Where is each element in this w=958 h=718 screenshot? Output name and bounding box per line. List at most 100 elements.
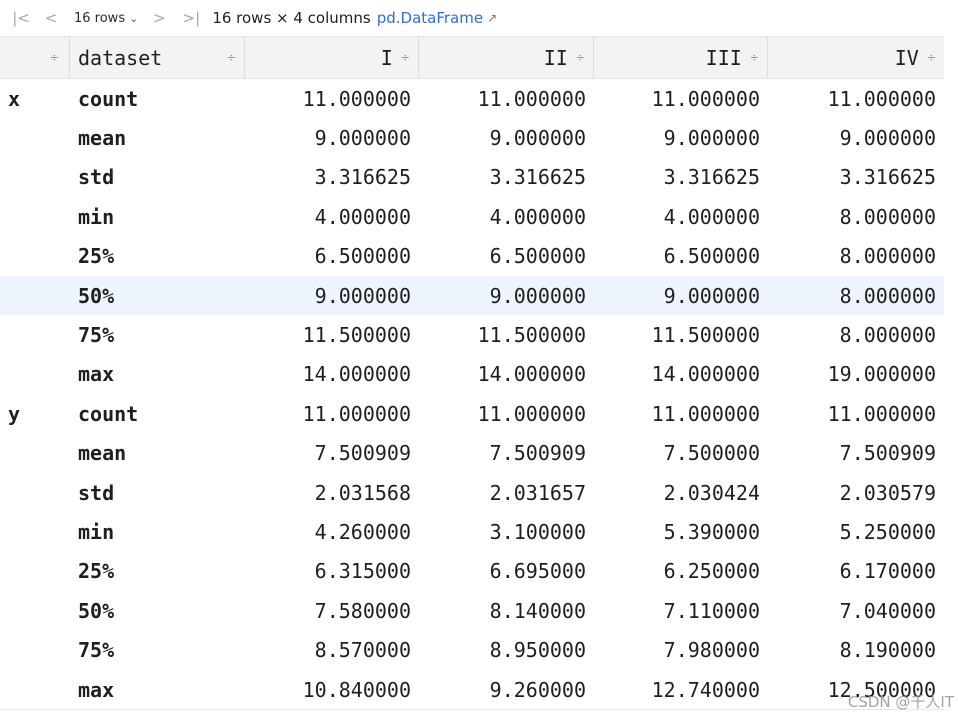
table-cell[interactable]: 7.980000 — [594, 630, 768, 669]
table-cell[interactable]: 9.000000 — [594, 276, 768, 315]
table-cell[interactable]: 6.500000 — [245, 237, 419, 276]
external-link-icon[interactable]: ↗ — [487, 11, 497, 25]
header-label: III — [705, 45, 742, 70]
table-cell[interactable]: 6.250000 — [594, 552, 768, 591]
table-cell[interactable]: 3.100000 — [419, 512, 594, 551]
table-row[interactable]: mean 9.000000 9.000000 9.000000 9.000000 — [0, 118, 944, 157]
table-cell[interactable]: 9.000000 — [419, 118, 594, 157]
table-cell[interactable]: 19.000000 — [768, 355, 944, 394]
table-row[interactable]: 50% 9.000000 9.000000 9.000000 8.000000 — [0, 275, 944, 316]
table-cell[interactable]: 10.840000 — [245, 670, 419, 709]
table-row[interactable]: mean 7.500909 7.500909 7.500000 7.500909 — [0, 434, 944, 473]
table-cell[interactable]: 6.500000 — [419, 237, 594, 276]
table-cell[interactable]: 9.000000 — [245, 276, 419, 315]
table-row[interactable]: min 4.260000 3.100000 5.390000 5.250000 — [0, 512, 944, 551]
table-cell[interactable]: 11.000000 — [419, 394, 594, 433]
table-cell[interactable]: 2.031657 — [419, 473, 594, 512]
sort-icon[interactable]: ÷ — [50, 51, 59, 64]
table-cell[interactable]: 2.031568 — [245, 473, 419, 512]
sort-icon[interactable]: ÷ — [401, 51, 410, 64]
header-col-II[interactable]: II ÷ — [419, 37, 594, 78]
table-row[interactable]: std 3.316625 3.316625 3.316625 3.316625 — [0, 158, 944, 197]
table-cell[interactable]: 2.030424 — [594, 473, 768, 512]
sort-icon[interactable]: ÷ — [927, 51, 936, 64]
table-row[interactable]: 75% 11.500000 11.500000 11.500000 8.000000 — [0, 315, 944, 354]
table-cell[interactable]: 11.000000 — [594, 394, 768, 433]
header-col-IV[interactable]: IV ÷ — [768, 37, 944, 78]
table-row[interactable]: x count 11.000000 11.000000 11.000000 11.0000… — [0, 79, 944, 118]
table-row[interactable]: 25% 6.315000 6.695000 6.250000 6.170000 — [0, 552, 944, 591]
table-cell[interactable]: 3.316625 — [768, 158, 944, 197]
table-cell[interactable]: 12.740000 — [594, 670, 768, 709]
table-row[interactable]: max 14.000000 14.000000 14.000000 19.000000 — [0, 355, 944, 394]
table-cell[interactable]: 3.316625 — [245, 158, 419, 197]
sort-icon[interactable]: ÷ — [227, 51, 236, 64]
table-row[interactable]: y count 11.000000 11.000000 11.000000 11.0000… — [0, 394, 944, 433]
table-cell[interactable]: 5.250000 — [768, 512, 944, 551]
table-row[interactable]: max 10.840000 9.260000 12.740000 12.500000 — [0, 670, 944, 709]
table-cell[interactable]: 7.500909 — [245, 434, 419, 473]
table-cell[interactable]: 11.500000 — [419, 315, 594, 354]
table-cell[interactable]: 8.140000 — [419, 591, 594, 630]
table-cell[interactable]: 9.260000 — [419, 670, 594, 709]
table-cell[interactable]: 3.316625 — [419, 158, 594, 197]
table-cell[interactable]: 4.000000 — [594, 197, 768, 236]
dataframe-type-link[interactable]: pd.DataFrame — [377, 9, 483, 27]
table-cell[interactable]: 6.170000 — [768, 552, 944, 591]
table-cell[interactable]: 14.000000 — [245, 355, 419, 394]
sort-icon[interactable]: ÷ — [750, 51, 759, 64]
table-cell[interactable]: 11.500000 — [594, 315, 768, 354]
table-cell[interactable]: 3.316625 — [594, 158, 768, 197]
table-cell[interactable]: 8.000000 — [768, 237, 944, 276]
sort-icon[interactable]: ÷ — [576, 51, 585, 64]
table-cell[interactable]: 11.000000 — [768, 79, 944, 118]
table-row[interactable]: 25% 6.500000 6.500000 6.500000 8.000000 — [0, 237, 944, 276]
header-dataset[interactable]: dataset ÷ — [70, 37, 245, 78]
table-cell[interactable]: 9.000000 — [245, 118, 419, 157]
table-cell[interactable]: 11.000000 — [594, 79, 768, 118]
table-cell[interactable]: 8.570000 — [245, 630, 419, 669]
table-cell[interactable]: 14.000000 — [419, 355, 594, 394]
header-col-I[interactable]: I ÷ — [245, 37, 419, 78]
rows-per-page-select[interactable]: 16 rows ⌄ — [74, 11, 138, 26]
table-cell[interactable]: 4.260000 — [245, 512, 419, 551]
table-cell[interactable]: 4.000000 — [245, 197, 419, 236]
last-page-icon[interactable]: >| — [178, 6, 204, 30]
table-cell[interactable]: 8.000000 — [768, 315, 944, 354]
table-cell[interactable]: 2.030579 — [768, 473, 944, 512]
table-cell[interactable]: 7.500000 — [594, 434, 768, 473]
table-row[interactable]: std 2.031568 2.031657 2.030424 2.030579 — [0, 473, 944, 512]
table-cell[interactable]: 11.500000 — [245, 315, 419, 354]
table-cell[interactable]: 7.110000 — [594, 591, 768, 630]
table-cell[interactable]: 11.000000 — [768, 394, 944, 433]
table-cell[interactable]: 8.950000 — [419, 630, 594, 669]
table-row[interactable]: 75% 8.570000 8.950000 7.980000 8.190000 — [0, 630, 944, 669]
table-cell[interactable]: 9.000000 — [768, 118, 944, 157]
table-cell[interactable]: 11.000000 — [245, 394, 419, 433]
table-cell[interactable]: 6.500000 — [594, 237, 768, 276]
table-cell[interactable]: 6.315000 — [245, 552, 419, 591]
table-row[interactable]: 50% 7.580000 8.140000 7.110000 7.040000 — [0, 591, 944, 630]
table-cell[interactable]: 7.580000 — [245, 591, 419, 630]
table-cell[interactable]: 6.695000 — [419, 552, 594, 591]
table-cell[interactable]: 11.000000 — [419, 79, 594, 118]
table-cell[interactable]: 11.000000 — [245, 79, 419, 118]
prev-page-icon[interactable]: < — [40, 6, 62, 30]
header-col-III[interactable]: III ÷ — [594, 37, 768, 78]
table-cell[interactable]: 8.000000 — [768, 276, 944, 315]
table-cell[interactable]: 7.500909 — [419, 434, 594, 473]
table-row[interactable]: min 4.000000 4.000000 4.000000 8.000000 — [0, 197, 944, 236]
table-cell[interactable]: 9.000000 — [594, 118, 768, 157]
table-cell[interactable]: 8.190000 — [768, 630, 944, 669]
next-page-icon[interactable]: > — [148, 6, 170, 30]
table-cell[interactable]: 5.390000 — [594, 512, 768, 551]
table-cell[interactable]: 8.000000 — [768, 197, 944, 236]
table-cell[interactable]: 9.000000 — [419, 276, 594, 315]
first-page-icon[interactable]: |< — [10, 6, 32, 30]
row-index-level0: x — [8, 86, 21, 111]
header-index[interactable]: ÷ — [0, 37, 70, 78]
table-cell[interactable]: 4.000000 — [419, 197, 594, 236]
table-cell[interactable]: 7.500909 — [768, 434, 944, 473]
table-cell[interactable]: 14.000000 — [594, 355, 768, 394]
table-cell[interactable]: 7.040000 — [768, 591, 944, 630]
